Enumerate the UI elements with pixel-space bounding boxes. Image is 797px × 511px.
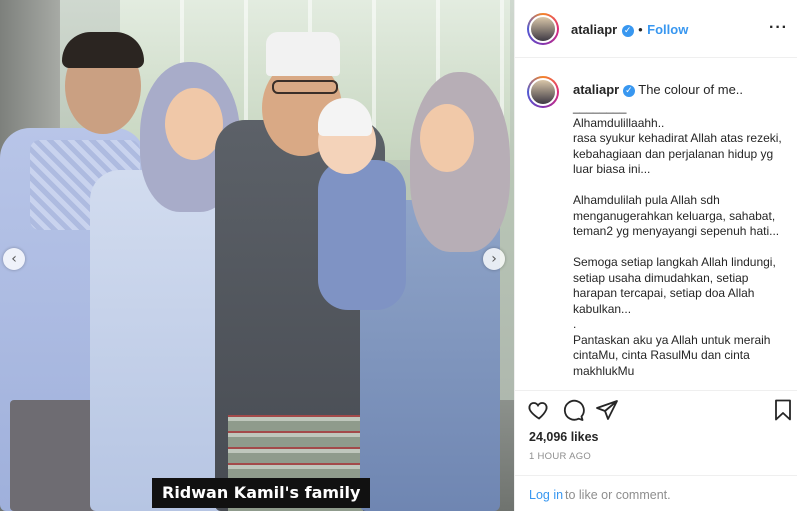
caption-username[interactable]: ataliapr	[573, 82, 619, 97]
post-header: ataliapr ✓ • Follow ···	[515, 0, 797, 58]
header-username[interactable]: ataliapr	[571, 22, 617, 37]
caption-first-line: ataliapr ✓ The colour of me..	[573, 82, 743, 97]
person-3-cap	[266, 32, 340, 76]
caption-verified-badge-icon: ✓	[622, 85, 635, 97]
caption-avatar[interactable]	[527, 76, 559, 108]
more-options-icon[interactable]: ···	[769, 19, 788, 37]
person-1-hair	[62, 32, 144, 68]
post-timestamp[interactable]: 1 HOUR AGO	[529, 451, 591, 462]
likes-count[interactable]: 24,096 likes	[529, 430, 599, 444]
caption-first-text: The colour of me..	[638, 82, 744, 97]
prev-photo-button[interactable]: ‹	[3, 248, 25, 270]
caption-body: ________ Alhamdulillaahh.. rasa syukur k…	[573, 100, 782, 378]
chevron-right-icon: ›	[491, 251, 497, 267]
photo-caption-tag: Ridwan Kamil's family	[152, 478, 371, 508]
login-prompt: Log in to like or comment.	[515, 475, 797, 511]
share-icon[interactable]	[595, 398, 619, 422]
person-4-face	[420, 104, 474, 172]
header-user-row: ataliapr ✓ • Follow	[571, 21, 688, 39]
person-3-glasses	[272, 80, 338, 94]
avatar[interactable]	[527, 13, 559, 45]
post-actions: 24,096 likes 1 HOUR AGO Log in to like o…	[515, 390, 797, 511]
verified-badge-icon: ✓	[621, 25, 634, 37]
follow-button[interactable]: Follow	[647, 22, 688, 37]
login-link[interactable]: Log in	[529, 488, 563, 502]
person-2-dress	[90, 170, 230, 511]
post-side-panel: ataliapr ✓ • Follow ··· ataliapr ✓ The c…	[514, 0, 797, 511]
login-prompt-text: to like or comment.	[565, 488, 671, 502]
post-photo[interactable]: ‹ › Ridwan Kamil's family	[0, 0, 514, 511]
heart-icon[interactable]	[527, 398, 551, 422]
next-photo-button[interactable]: ›	[483, 248, 505, 270]
comment-icon[interactable]	[561, 398, 585, 422]
baby-body	[318, 160, 406, 310]
chevron-left-icon: ‹	[11, 251, 17, 267]
bookmark-icon[interactable]	[771, 398, 795, 422]
caption-area: ataliapr ✓ The colour of me.. ________ A…	[515, 58, 797, 390]
avatar-image	[529, 15, 557, 43]
caption-avatar-image	[529, 78, 557, 106]
header-separator: •	[638, 22, 643, 37]
